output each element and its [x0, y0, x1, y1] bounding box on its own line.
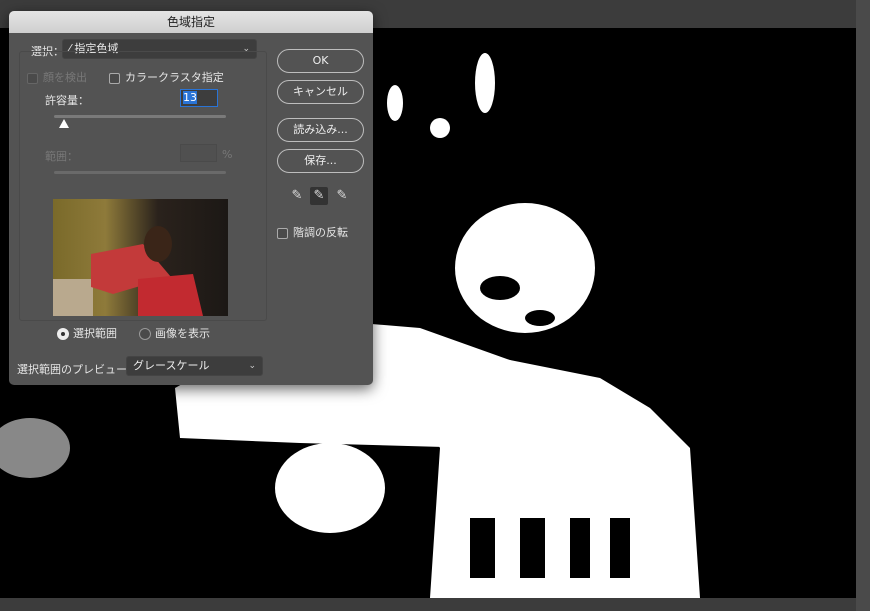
range-input [180, 144, 217, 162]
cancel-button[interactable]: キャンセル [277, 80, 364, 104]
invert-checkbox[interactable]: 階調の反転 [277, 224, 348, 240]
radio-selection[interactable]: 選択範囲 [57, 325, 117, 341]
range-label: 範囲： [45, 150, 78, 163]
preview-label: 選択範囲のプレビュー： [17, 363, 138, 376]
preview-thumbnail [53, 199, 228, 316]
chevron-down-icon: ⌄ [248, 361, 256, 371]
preview-dropdown[interactable]: グレースケール ⌄ [126, 356, 263, 376]
fuzziness-input[interactable]: 13 [180, 89, 218, 107]
range-unit: % [222, 148, 233, 161]
load-button[interactable]: 読み込み... [277, 118, 364, 142]
localized-clusters-checkbox[interactable]: カラークラスタ指定 [109, 69, 224, 85]
ok-button[interactable]: OK [277, 49, 364, 73]
fuzziness-slider-thumb[interactable] [59, 119, 69, 128]
save-button[interactable]: 保存... [277, 149, 364, 173]
color-range-dialog: 色域指定 選択： ⁄ 指定色域 ⌄ 顔を検出 カラークラスタ指定 許容量： 13… [9, 11, 373, 385]
fuzziness-label: 許容量： [45, 94, 89, 107]
eyedropper-icon[interactable]: ✎ [288, 187, 306, 205]
range-slider [54, 171, 226, 174]
radio-image[interactable]: 画像を表示 [139, 325, 210, 341]
fuzziness-slider[interactable] [54, 115, 226, 118]
eyedropper-plus-icon[interactable]: ✎ [310, 187, 328, 205]
preview-value: グレースケール [133, 359, 210, 372]
dialog-title: 色域指定 [9, 11, 373, 33]
scrollbar[interactable] [856, 0, 870, 611]
detect-faces-checkbox: 顔を検出 [27, 69, 87, 85]
eyedropper-minus-icon[interactable]: ✎ [333, 187, 351, 205]
